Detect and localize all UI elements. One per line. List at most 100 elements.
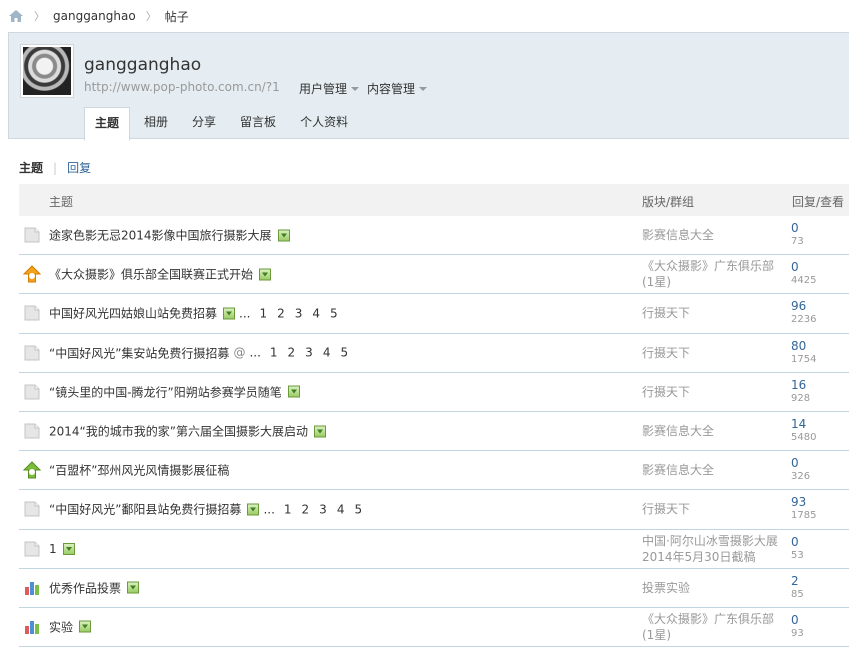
caret-down-icon (419, 86, 428, 91)
forum-link[interactable]: 《大众摄影》广东俱乐部(1星) (642, 258, 785, 290)
topic-title-cell: 途家色影无忌2014影像中国旅行摄影大展 (49, 227, 290, 244)
page-ellipsis: ... (263, 502, 275, 517)
green-upgrade-icon (22, 461, 42, 479)
topic-title-link[interactable]: “镜头里的中国-腾龙行”阳朔站参赛学员随笔 (49, 383, 282, 400)
forum-link[interactable]: 影赛信息大全 (642, 462, 785, 478)
topic-title-link[interactable]: “百盟杯”邳州风光风情摄影展征稿 (49, 462, 229, 479)
profile-header: gangganghao http://www.pop-photo.com.cn/… (8, 32, 849, 141)
orange-upgrade-icon (22, 265, 42, 283)
subtab-replies[interactable]: 回复 (67, 159, 91, 176)
doc-icon (23, 344, 41, 362)
topic-title-cell: 优秀作品投票 (49, 579, 140, 596)
forum-link[interactable]: 行摄天下 (642, 501, 785, 517)
page-link[interactable]: 4 (323, 346, 331, 360)
forum-link[interactable]: 行摄天下 (642, 305, 785, 321)
image-attachment-icon (287, 385, 300, 398)
topic-title-link[interactable]: “中国好风光”鄱阳县站免费行摄招募 (49, 501, 241, 518)
user-url[interactable]: http://www.pop-photo.com.cn/?1 (84, 80, 280, 94)
doc-icon (23, 226, 41, 244)
reply-count[interactable]: 96 (791, 300, 816, 313)
page-link[interactable]: 5 (354, 502, 362, 516)
reply-count[interactable]: 0 (791, 535, 804, 549)
reply-count[interactable]: 80 (791, 339, 816, 353)
table-row: 1 中国·阿尔山冰雪摄影大展2014年5月30日截稿 0 53 (19, 530, 849, 569)
topic-title-link[interactable]: 《大众摄影》俱乐部全国联赛正式开始 (49, 266, 253, 283)
page-link[interactable]: 5 (340, 346, 348, 360)
topic-title-link[interactable]: 实验 (49, 618, 73, 635)
view-count: 5480 (791, 432, 817, 444)
tab-topics[interactable]: 主题 (84, 107, 131, 141)
breadcrumb-separator-icon: 〉 (145, 10, 157, 23)
username[interactable]: gangganghao (84, 55, 201, 75)
reply-view-counts: 96 2236 (791, 300, 816, 326)
view-count: 4425 (791, 275, 817, 287)
page-link[interactable]: 4 (337, 502, 345, 516)
forum-link[interactable]: 影赛信息大全 (642, 423, 785, 439)
page-link[interactable]: 5 (330, 306, 338, 320)
table-header: 主题 版块/群组 回复/查看 (19, 184, 849, 216)
poll-icon (23, 579, 41, 597)
page-link[interactable]: 3 (319, 502, 327, 516)
reply-count[interactable]: 0 (791, 457, 810, 470)
table-row: 中国好风光四姑娘山站免费招募... 1 2 3 4 5 行摄天下 96 2236 (19, 294, 849, 334)
profile-tabs: 主题 相册 分享 留言板 个人资料 (84, 107, 362, 141)
reply-count[interactable]: 0 (791, 222, 804, 235)
topics-table: 主题 版块/群组 回复/查看 途家色影无忌2014影像中国旅行摄影大展 影赛信息大… (19, 184, 849, 648)
tab-guestbook[interactable]: 留言板 (230, 107, 286, 140)
paperclip-icon: @ (233, 345, 246, 360)
topic-title-cell: 《大众摄影》俱乐部全国联赛正式开始 (49, 266, 272, 283)
column-header-title: 主题 (49, 195, 74, 209)
view-count: 326 (791, 471, 811, 483)
forum-link[interactable]: 投票实验 (642, 580, 785, 596)
subtab-topics[interactable]: 主题 (19, 159, 43, 176)
avatar[interactable] (20, 44, 74, 98)
breadcrumb: 〉 gangganghao 〉 帖子 (8, 6, 189, 26)
user-management-label: 用户管理 (299, 82, 348, 96)
tab-album[interactable]: 相册 (134, 107, 178, 140)
user-management-menu[interactable]: 用户管理 (299, 80, 360, 97)
page-link[interactable]: 4 (312, 306, 320, 320)
reply-view-counts: 93 1785 (791, 496, 816, 522)
page-link[interactable]: 3 (295, 306, 303, 320)
reply-count[interactable]: 0 (791, 613, 804, 627)
page-link[interactable]: 1 (259, 306, 267, 320)
reply-count[interactable]: 0 (791, 261, 816, 274)
page-link[interactable]: 2 (302, 502, 310, 516)
reply-view-counts: 0 326 (791, 457, 810, 483)
topic-title-link[interactable]: “中国好风光”集安站免费行摄招募 (49, 344, 229, 361)
breadcrumb-user-link[interactable]: gangganghao (53, 9, 136, 23)
page-link[interactable]: 2 (288, 346, 296, 360)
doc-icon (23, 540, 41, 558)
tab-profile[interactable]: 个人资料 (290, 107, 358, 140)
view-count: 2236 (791, 314, 817, 326)
page-link[interactable]: 2 (277, 306, 285, 320)
topic-title-link[interactable]: 优秀作品投票 (49, 579, 121, 596)
forum-link[interactable]: 行摄天下 (642, 345, 785, 361)
page-link[interactable]: 1 (284, 502, 292, 516)
breadcrumb-current: 帖子 (164, 9, 189, 24)
content-management-menu[interactable]: 内容管理 (367, 80, 428, 97)
reply-count[interactable]: 2 (791, 574, 804, 588)
topic-title-cell: 1 (49, 542, 75, 556)
forum-link[interactable]: 中国·阿尔山冰雪摄影大展2014年5月30日截稿 (642, 533, 785, 565)
topic-title-link[interactable]: 2014“我的城市我的家”第六届全国摄影大展启动 (49, 423, 308, 440)
tab-share[interactable]: 分享 (182, 107, 226, 140)
reply-count[interactable]: 14 (791, 418, 816, 431)
forum-link[interactable]: 影赛信息大全 (642, 227, 785, 243)
page-link[interactable]: 1 (270, 346, 278, 360)
home-icon[interactable] (8, 8, 24, 24)
page-link[interactable]: 3 (305, 346, 313, 360)
topic-title-link[interactable]: 1 (49, 542, 57, 556)
reply-count[interactable]: 16 (791, 378, 810, 392)
table-row: “中国好风光”鄱阳县站免费行摄招募... 1 2 3 4 5 行摄天下 93 1785 (19, 490, 849, 530)
forum-link[interactable]: 行摄天下 (642, 384, 785, 400)
table-row: 《大众摄影》俱乐部全国联赛正式开始 《大众摄影》广东俱乐部(1星) 0 4425 (19, 255, 849, 295)
forum-link[interactable]: 《大众摄影》广东俱乐部(1星) (642, 611, 785, 643)
view-count: 85 (791, 588, 804, 600)
table-row: 实验 《大众摄影》广东俱乐部(1星) 0 93 (19, 608, 849, 648)
topic-title-link[interactable]: 中国好风光四姑娘山站免费招募 (49, 305, 217, 322)
reply-view-counts: 16 928 (791, 378, 810, 405)
reply-view-counts: 80 1754 (791, 339, 816, 366)
topic-title-link[interactable]: 途家色影无忌2014影像中国旅行摄影大展 (49, 227, 272, 244)
reply-count[interactable]: 93 (791, 496, 816, 509)
